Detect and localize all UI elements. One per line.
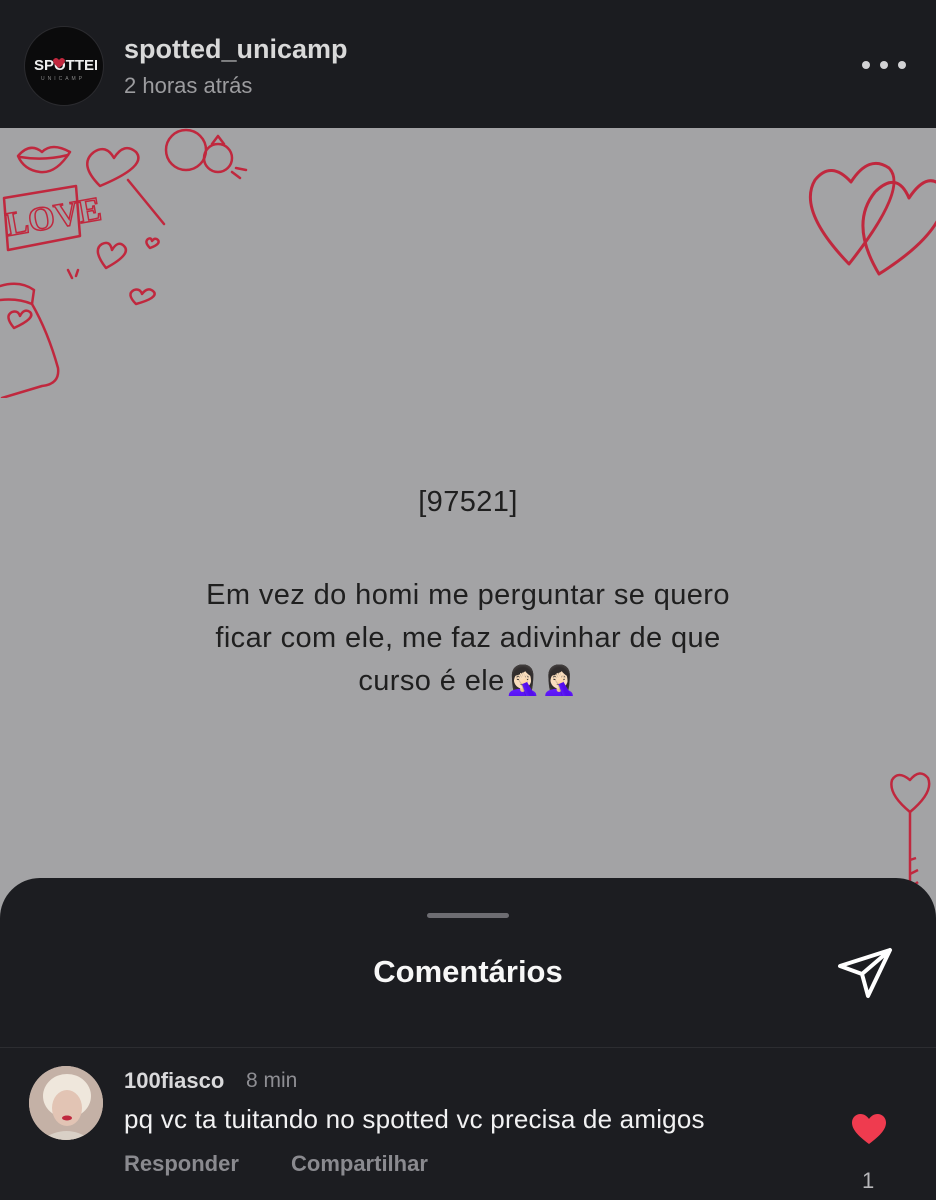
post-line: Em vez do homi me perguntar se quero (206, 579, 730, 611)
love-doodles-decoration: LOVE (0, 128, 248, 398)
send-icon[interactable] (836, 946, 894, 1000)
post-message: Em vez do homi me perguntar se quero fic… (0, 574, 936, 703)
post-line: ficar com ele, me faz adivinhar de que (215, 622, 721, 654)
reply-button[interactable]: Responder (124, 1151, 239, 1177)
post-line: curso é ele🤦🏻‍♀️🤦🏻‍♀️ (358, 665, 578, 697)
like-count: 1 (862, 1168, 875, 1193)
comments-divider (0, 1047, 936, 1048)
sheet-grabber[interactable] (427, 913, 509, 918)
comment-username[interactable]: 100fiasco (124, 1068, 224, 1094)
svg-text:UNICAMP: UNICAMP (41, 76, 85, 82)
comments-title: Comentários (373, 954, 563, 989)
spotted-logo: SPOTTED UNICAMP (34, 57, 97, 82)
svg-text:SPOTTED: SPOTTED (34, 57, 97, 74)
post-id: [97521] (418, 486, 518, 518)
svg-text:LOVE: LOVE (3, 191, 104, 244)
more-icon[interactable] (862, 52, 906, 78)
commenter-photo (29, 1066, 103, 1140)
hearts-decoration-top-right (808, 161, 936, 276)
commenter-avatar[interactable] (29, 1066, 103, 1140)
heart-icon[interactable] (851, 1113, 887, 1145)
comment-text: pq vc ta tuitando no spotted vc precisa … (124, 1104, 705, 1134)
account-avatar[interactable]: SPOTTED UNICAMP (24, 26, 104, 106)
post-header: SPOTTED UNICAMP spotted_unicamp 2 horas … (0, 0, 936, 128)
account-username[interactable]: spotted_unicamp (124, 34, 348, 65)
comment-time: 8 min (246, 1069, 298, 1092)
share-comment-button[interactable]: Compartilhar (291, 1151, 428, 1177)
post-timestamp: 2 horas atrás (124, 73, 253, 98)
